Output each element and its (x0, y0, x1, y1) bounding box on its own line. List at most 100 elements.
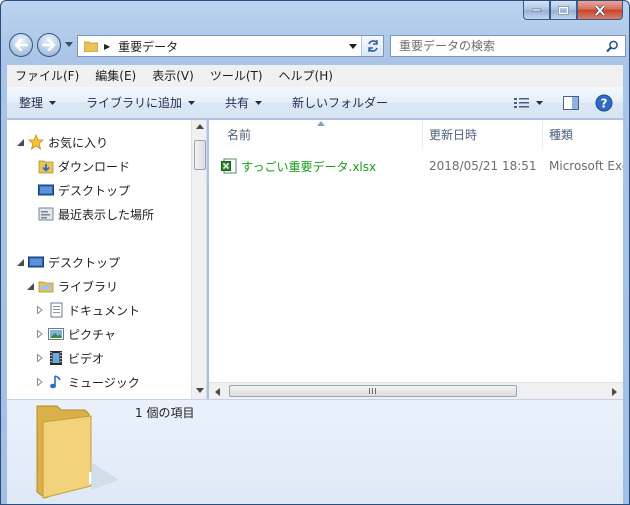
star-icon (28, 134, 44, 150)
expanded-arrow-icon[interactable] (25, 281, 35, 291)
grip-icon (369, 388, 376, 394)
chevron-right-icon[interactable]: ▶ (104, 42, 110, 51)
tree-label: デスクトップ (58, 183, 131, 198)
folder-icon (84, 41, 98, 52)
file-list-horizontal-scrollbar[interactable] (209, 382, 623, 399)
change-view-button[interactable] (508, 87, 536, 119)
search-icon[interactable] (603, 37, 621, 55)
tree-label: お気に入り (48, 135, 109, 150)
share-label: 共有 (225, 96, 250, 110)
tree-item-pictures[interactable]: ピクチャ (35, 323, 116, 345)
expanded-arrow-icon[interactable] (15, 257, 25, 267)
collapsed-arrow-icon[interactable] (35, 329, 45, 339)
tree-label: ピクチャ (68, 327, 116, 342)
file-row[interactable]: すっごい重要データ.xlsx 2018/05/21 18:51 Microsof… (221, 156, 623, 176)
scroll-thumb[interactable] (194, 140, 206, 170)
documents-icon (48, 302, 64, 318)
maximize-button[interactable] (550, 1, 577, 20)
recent-pages-dropdown-icon[interactable] (65, 42, 73, 48)
collapsed-arrow-icon[interactable] (35, 353, 45, 363)
file-list-pane: 名前 更新日時 種類 すっごい重要データ.xlsx 2018/05/21 18:… (209, 120, 623, 399)
tree-item-libraries[interactable]: ライブラリ (25, 275, 118, 297)
refresh-icon (367, 40, 378, 52)
organize-button[interactable]: 整理 (7, 87, 66, 119)
chevron-down-icon (49, 100, 57, 105)
svg-text:?: ? (601, 96, 608, 110)
scroll-down-arrow-icon[interactable] (196, 388, 204, 393)
menu-view[interactable]: 表示(V) (144, 65, 202, 87)
file-type: Microsoft Exc (549, 159, 623, 173)
close-icon (594, 4, 606, 16)
address-bar[interactable]: ▶ 重要データ (77, 35, 384, 57)
chevron-down-icon (188, 100, 196, 105)
scroll-right-arrow-icon[interactable] (612, 388, 617, 396)
tree-item-desktop-favorite[interactable]: デスクトップ (35, 179, 130, 201)
tree-label: ライブラリ (58, 279, 119, 294)
navigation-pane-scrollbar[interactable] (191, 120, 206, 399)
recent-places-icon (38, 206, 54, 222)
tree-item-recent-places[interactable]: 最近表示した場所 (35, 203, 154, 225)
downloads-folder-icon (38, 158, 54, 174)
tree-label: 最近表示した場所 (58, 207, 155, 222)
new-folder-button[interactable]: 新しいフォルダー (272, 87, 398, 119)
organize-label: 整理 (19, 96, 44, 110)
file-name[interactable]: すっごい重要データ.xlsx (241, 158, 441, 175)
column-header-modified[interactable]: 更新日時 (422, 120, 542, 148)
scroll-left-arrow-icon[interactable] (215, 388, 220, 396)
minimize-button[interactable] (523, 1, 550, 20)
chevron-down-icon (349, 43, 357, 49)
navigation-bar: ▶ 重要データ (7, 31, 626, 59)
collapsed-arrow-icon[interactable] (35, 377, 45, 387)
command-bar: 整理 ライブラリに追加 共有 新しいフォルダー ? (7, 87, 623, 119)
videos-icon (48, 350, 64, 366)
collapsed-arrow-icon[interactable] (35, 305, 45, 315)
search-input[interactable] (399, 37, 603, 55)
tree-label: ドキュメント (68, 303, 141, 318)
details-view-icon (514, 97, 529, 108)
refresh-button[interactable] (361, 36, 383, 56)
help-button[interactable]: ? (589, 87, 623, 119)
new-folder-label: 新しいフォルダー (292, 96, 389, 110)
menu-bar: ファイル(F) 編集(E) 表示(V) ツール(T) ヘルプ(H) (7, 65, 623, 87)
address-path[interactable]: 重要データ (118, 38, 345, 55)
preview-pane-icon (563, 95, 579, 110)
back-button[interactable] (9, 33, 33, 57)
tree-item-desktop[interactable]: デスクトップ (15, 251, 120, 273)
tree-label: ダウンロード (58, 159, 131, 174)
menu-tools[interactable]: ツール(T) (202, 65, 271, 87)
preview-pane-button[interactable] (553, 87, 589, 119)
desktop-icon (28, 254, 44, 270)
item-count: 1 個の項目 (135, 406, 195, 420)
scroll-up-arrow-icon[interactable] (196, 124, 204, 129)
excel-file-icon (221, 158, 237, 174)
folder-icon (36, 405, 119, 499)
close-button[interactable] (577, 1, 623, 20)
column-header-name[interactable]: 名前 (221, 120, 421, 148)
menu-file[interactable]: ファイル(F) (7, 65, 87, 87)
menu-help[interactable]: ヘルプ(H) (271, 65, 341, 87)
forward-button[interactable] (37, 33, 61, 57)
chevron-down-icon (255, 100, 263, 105)
minimize-icon (531, 8, 541, 12)
tree-item-favorites[interactable]: お気に入り (15, 131, 108, 153)
search-box[interactable] (390, 35, 626, 57)
pictures-icon (48, 326, 64, 342)
menu-edit[interactable]: 編集(E) (87, 65, 144, 87)
add-to-library-button[interactable]: ライブラリに追加 (66, 87, 205, 119)
share-button[interactable]: 共有 (205, 87, 272, 119)
scroll-thumb[interactable] (229, 385, 517, 397)
arrow-right-icon (42, 39, 56, 51)
tree-item-videos[interactable]: ビデオ (35, 347, 104, 369)
caption-buttons (523, 1, 623, 21)
libraries-icon (38, 278, 54, 294)
expanded-arrow-icon[interactable] (15, 137, 25, 147)
tree-item-downloads[interactable]: ダウンロード (35, 155, 130, 177)
column-header-type[interactable]: 種類 (542, 120, 623, 148)
address-dropdown[interactable] (345, 36, 361, 56)
view-dropdown[interactable] (536, 87, 553, 119)
tree-item-music[interactable]: ミュージック (35, 371, 140, 393)
add-to-library-label: ライブラリに追加 (86, 96, 183, 110)
navigation-pane: お気に入り ダウンロード デスクトップ 最近表示した場所 デスクトップ ライブラ… (7, 120, 207, 399)
tree-item-documents[interactable]: ドキュメント (35, 299, 140, 321)
tree-label: デスクトップ (48, 255, 121, 270)
